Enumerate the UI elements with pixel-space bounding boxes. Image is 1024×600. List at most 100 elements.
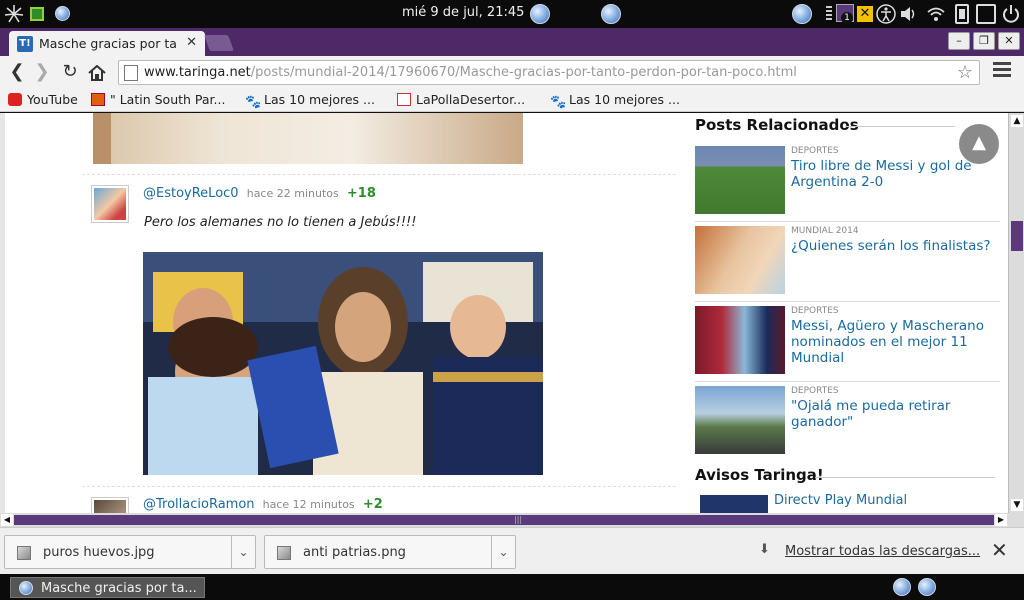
download-item[interactable]: puros huevos.jpg ⌄ xyxy=(4,535,256,569)
battery-icon[interactable] xyxy=(955,4,969,24)
scroll-down-arrow-icon[interactable]: ▼ xyxy=(1011,499,1023,511)
power-icon[interactable] xyxy=(1001,4,1021,24)
browser-icon xyxy=(19,581,33,595)
bookmark-lapolla[interactable]: LaPollaDesertor... xyxy=(397,92,525,107)
browser-tab[interactable]: T! Masche gracias por ta ✕ xyxy=(9,31,205,56)
new-tab-button[interactable] xyxy=(204,35,234,51)
network-globe-icon[interactable] xyxy=(601,4,621,24)
download-filename: puros huevos.jpg xyxy=(43,545,155,560)
related-post[interactable]: DEPORTES Messi, Agüero y Mascherano nomi… xyxy=(695,306,1000,382)
related-post[interactable]: DEPORTES "Ojalá me pueda retirar ganador… xyxy=(695,386,1000,462)
image-file-icon xyxy=(17,546,31,560)
bookmark-icon xyxy=(91,93,105,106)
aviso-title[interactable]: Directv Play Mundial xyxy=(774,493,907,508)
comment-text: Pero los alemanes no lo tienen a Jebús!!… xyxy=(144,215,417,230)
close-download-bar-icon[interactable]: ✕ xyxy=(991,538,1008,562)
scroll-left-arrow-icon[interactable]: ◀ xyxy=(1,514,13,526)
related-title[interactable]: Tiro libre de Messi y gol de Argentina 2… xyxy=(791,158,996,190)
bottom-taskbar: Masche gracias por ta... xyxy=(0,574,1024,600)
comment-time: hace 22 minutos xyxy=(246,187,339,200)
tab-close-icon[interactable]: ✕ xyxy=(186,35,197,50)
taringa-favicon-icon: T! xyxy=(17,36,33,52)
window-close-button[interactable]: ✕ xyxy=(998,32,1020,50)
show-all-downloads-link[interactable]: Mostrar todas las descargas... xyxy=(785,544,980,559)
accessibility-icon[interactable] xyxy=(876,4,896,24)
download-arrow-icon: ⬇ xyxy=(759,542,770,557)
notification-icon[interactable]: 1 xyxy=(836,4,854,24)
comment-username[interactable]: @TrollacioRamon xyxy=(143,497,255,512)
scroll-right-arrow-icon[interactable]: ▶ xyxy=(995,514,1007,526)
volume-icon[interactable] xyxy=(899,4,919,24)
comment-image xyxy=(143,252,543,475)
related-title[interactable]: Messi, Agüero y Mascherano nominados en … xyxy=(791,318,996,366)
reload-icon[interactable]: ↻ xyxy=(59,61,81,83)
heading-rule xyxy=(845,126,955,127)
system-top-panel: mié 9 de jul, 21:45 1 ✕ xyxy=(0,0,1024,28)
taskbar-window-button[interactable]: Masche gracias por ta... xyxy=(10,577,205,598)
image-file-icon xyxy=(277,546,291,560)
bookmark-las-10-mejores[interactable]: 🐾 Las 10 mejores ... xyxy=(245,92,375,109)
page-viewport: @EstoyReLoc0 hace 22 minutos +18 Pero lo… xyxy=(0,113,1008,513)
chevron-down-icon[interactable]: ⌄ xyxy=(491,536,515,568)
back-arrow-icon[interactable]: ❮ xyxy=(6,61,28,83)
browser-launcher-icon[interactable] xyxy=(55,6,70,21)
chevron-down-icon[interactable]: ⌄ xyxy=(231,536,255,568)
bookmarks-bar: YouTube " Latin South Par... 🐾 Las 10 mej… xyxy=(0,88,1024,112)
download-item[interactable]: anti patrias.png ⌄ xyxy=(264,535,516,569)
related-posts-heading: Posts Relacionados xyxy=(695,116,859,134)
horizontal-scrollbar[interactable]: ◀ ||| ▶ xyxy=(0,513,1024,527)
paw-icon: 🐾 xyxy=(245,95,262,110)
bookmark-youtube[interactable]: YouTube xyxy=(8,92,78,107)
paw-icon: 🐾 xyxy=(550,95,567,110)
comment-username[interactable]: @EstoyReLoc0 xyxy=(143,186,239,201)
related-category: DEPORTES xyxy=(791,146,839,156)
vertical-scrollbar[interactable]: ▲ ▼ xyxy=(1008,113,1024,513)
related-post[interactable]: DEPORTES Tiro libre de Messi y gol de Ar… xyxy=(695,146,1000,222)
handle-icon xyxy=(826,6,832,22)
minimize-button[interactable]: – xyxy=(948,32,970,50)
related-thumbnail[interactable] xyxy=(695,226,785,294)
page-left-gutter xyxy=(0,113,5,513)
network-globe-icon[interactable] xyxy=(530,4,550,24)
home-icon[interactable] xyxy=(88,65,106,81)
display-settings-icon[interactable] xyxy=(976,4,996,24)
related-category: DEPORTES xyxy=(791,386,839,396)
address-bar[interactable]: www.taringa.net/posts/mundial-2014/17960… xyxy=(118,60,980,85)
clock[interactable]: mié 9 de jul, 21:45 xyxy=(402,5,524,20)
workspace-globe-icon[interactable] xyxy=(893,578,911,596)
bookmark-star-icon[interactable]: ☆ xyxy=(957,62,973,83)
weather-globe-icon[interactable] xyxy=(792,4,812,24)
vertical-scroll-thumb[interactable] xyxy=(1011,221,1023,251)
heading-rule xyxy=(815,477,995,478)
taskbar-window-label: Masche gracias por ta... xyxy=(41,581,197,596)
workspace-globe-icon[interactable] xyxy=(918,578,936,596)
wifi-icon[interactable] xyxy=(926,4,946,24)
url-text[interactable]: www.taringa.net/posts/mundial-2014/17960… xyxy=(144,65,797,80)
app-menu-icon[interactable] xyxy=(4,4,24,24)
related-post[interactable]: MUNDIAL 2014 ¿Quienes serán los finalist… xyxy=(695,226,1000,302)
bookmark-las-10-mejores-2[interactable]: 🐾 Las 10 mejores ... xyxy=(550,92,680,109)
forward-arrow-icon[interactable]: ❯ xyxy=(31,61,53,83)
terminal-icon[interactable] xyxy=(30,7,44,21)
avatar[interactable] xyxy=(91,497,129,513)
browser-menu-icon[interactable] xyxy=(993,62,1011,80)
update-alert-icon[interactable]: ✕ xyxy=(857,6,873,22)
related-title[interactable]: "Ojalá me pueda retirar ganador" xyxy=(791,398,996,430)
post-image xyxy=(93,113,523,164)
divider xyxy=(82,486,676,487)
related-category: MUNDIAL 2014 xyxy=(791,226,859,236)
scroll-to-top-button[interactable]: ▲ xyxy=(959,124,999,164)
divider xyxy=(82,174,676,175)
bookmark-latin-south-park[interactable]: " Latin South Par... xyxy=(91,92,225,107)
horizontal-scroll-thumb[interactable]: ||| xyxy=(14,515,994,525)
avatar[interactable] xyxy=(91,185,129,223)
maximize-button[interactable]: ❐ xyxy=(973,32,995,50)
scroll-up-arrow-icon[interactable]: ▲ xyxy=(1011,115,1023,127)
aviso-thumbnail[interactable] xyxy=(700,495,768,513)
related-thumbnail[interactable] xyxy=(695,146,785,214)
related-thumbnail[interactable] xyxy=(695,386,785,454)
related-title[interactable]: ¿Quienes serán los finalistas? xyxy=(791,238,996,254)
related-thumbnail[interactable] xyxy=(695,306,785,374)
avisos-heading: Avisos Taringa! xyxy=(695,466,824,484)
related-category: DEPORTES xyxy=(791,306,839,316)
